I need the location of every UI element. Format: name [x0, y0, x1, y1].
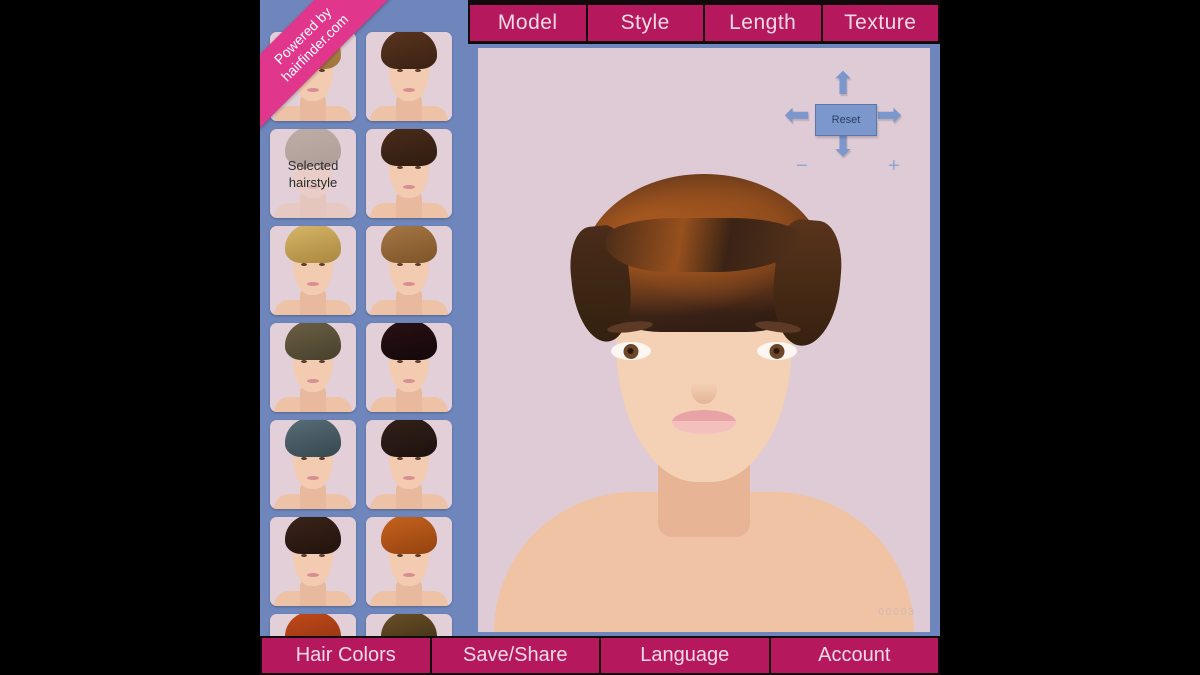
thumbnail-image — [270, 517, 356, 606]
thumbnail-image — [270, 614, 356, 636]
hairstyle-app-window: Model Style Length Texture Selected hairs… — [260, 0, 940, 675]
move-left-arrow-icon[interactable]: ⬅ — [784, 99, 810, 130]
model-portrait — [489, 112, 919, 632]
thumbnail-image — [270, 420, 356, 509]
thumbnail-short-pixie-selected[interactable]: Selected hairstyle — [270, 129, 356, 218]
model-pupil-left — [623, 344, 639, 359]
thumbnail-dark-curly-bob[interactable] — [366, 420, 452, 509]
model-lips — [672, 410, 736, 434]
tab-texture[interactable]: Texture — [822, 5, 938, 41]
top-tab-bar: Model Style Length Texture — [468, 0, 940, 44]
model-nose — [691, 374, 717, 404]
model-pupil-right — [769, 344, 785, 359]
thumbnail-image — [366, 323, 452, 412]
thumbnail-black-ringlet-curls[interactable] — [366, 323, 452, 412]
bottom-button-bar: Hair Colors Save/Share Language Account — [260, 636, 940, 675]
tab-texture-label: Texture — [844, 11, 917, 34]
thumbnail-blue-grey-crop[interactable] — [270, 420, 356, 509]
thumbnail-image — [366, 420, 452, 509]
model-eye-left — [611, 342, 651, 360]
thumbnail-image — [366, 517, 452, 606]
image-id-watermark: 00003 — [878, 607, 916, 618]
tab-length[interactable]: Length — [705, 5, 821, 41]
thumbnail-image — [366, 129, 452, 218]
language-button[interactable]: Language — [601, 638, 769, 673]
thumbnail-image — [270, 323, 356, 412]
thumbnail-layered-dark-blonde[interactable] — [270, 323, 356, 412]
hair-colors-label: Hair Colors — [295, 644, 396, 666]
selected-label-line-2: hairstyle — [288, 174, 338, 190]
reset-button-label: Reset — [831, 114, 861, 126]
account-label: Account — [818, 644, 891, 666]
thumbnail-image — [270, 226, 356, 315]
save-share-button[interactable]: Save/Share — [431, 638, 599, 673]
thumbnail-image — [366, 32, 452, 121]
thumbnail-wavy-honey-bob[interactable] — [366, 226, 452, 315]
transform-control-pad: ⬆ ⬇ ⬅ ➡ Reset − + — [784, 68, 912, 183]
move-right-arrow-icon[interactable]: ➡ — [876, 99, 902, 130]
thumbnail-short-brown-pixie[interactable] — [366, 129, 452, 218]
thumbnail-dark-updo-bouffant[interactable] — [270, 517, 356, 606]
thumbnail-grid: Selected hairstyle — [270, 32, 462, 636]
zoom-in-icon[interactable]: + — [888, 156, 900, 176]
reset-button[interactable]: Reset — [815, 104, 877, 136]
model-eye-right — [757, 342, 797, 360]
thumbnail-dark-gold-style[interactable] — [366, 614, 452, 636]
tab-model-label: Model — [497, 11, 558, 34]
thumbnail-red-afro-curls[interactable] — [270, 614, 356, 636]
tab-style-label: Style — [620, 11, 670, 34]
thumbnail-ginger-long-curls[interactable] — [366, 517, 452, 606]
tab-length-label: Length — [729, 11, 797, 34]
thumbnail-long-straight-bangs[interactable] — [366, 32, 452, 121]
tab-style[interactable]: Style — [587, 5, 703, 41]
language-label: Language — [640, 644, 730, 666]
account-button[interactable]: Account — [770, 638, 938, 673]
thumbnail-image — [366, 614, 452, 636]
selected-hairstyle-label: Selected hairstyle — [270, 157, 356, 191]
move-up-arrow-icon[interactable]: ⬆ — [830, 68, 856, 99]
hair-colors-button[interactable]: Hair Colors — [262, 638, 430, 673]
selected-label-line-1: Selected — [287, 157, 339, 173]
zoom-out-icon[interactable]: − — [796, 156, 808, 176]
save-share-label: Save/Share — [462, 644, 568, 666]
thumbnail-curly-blonde-bob[interactable] — [270, 226, 356, 315]
thumbnail-image — [366, 226, 452, 315]
model-preview-canvas[interactable]: ⬆ ⬇ ⬅ ➡ Reset − + 00003 — [478, 48, 930, 632]
tab-model[interactable]: Model — [470, 5, 586, 41]
